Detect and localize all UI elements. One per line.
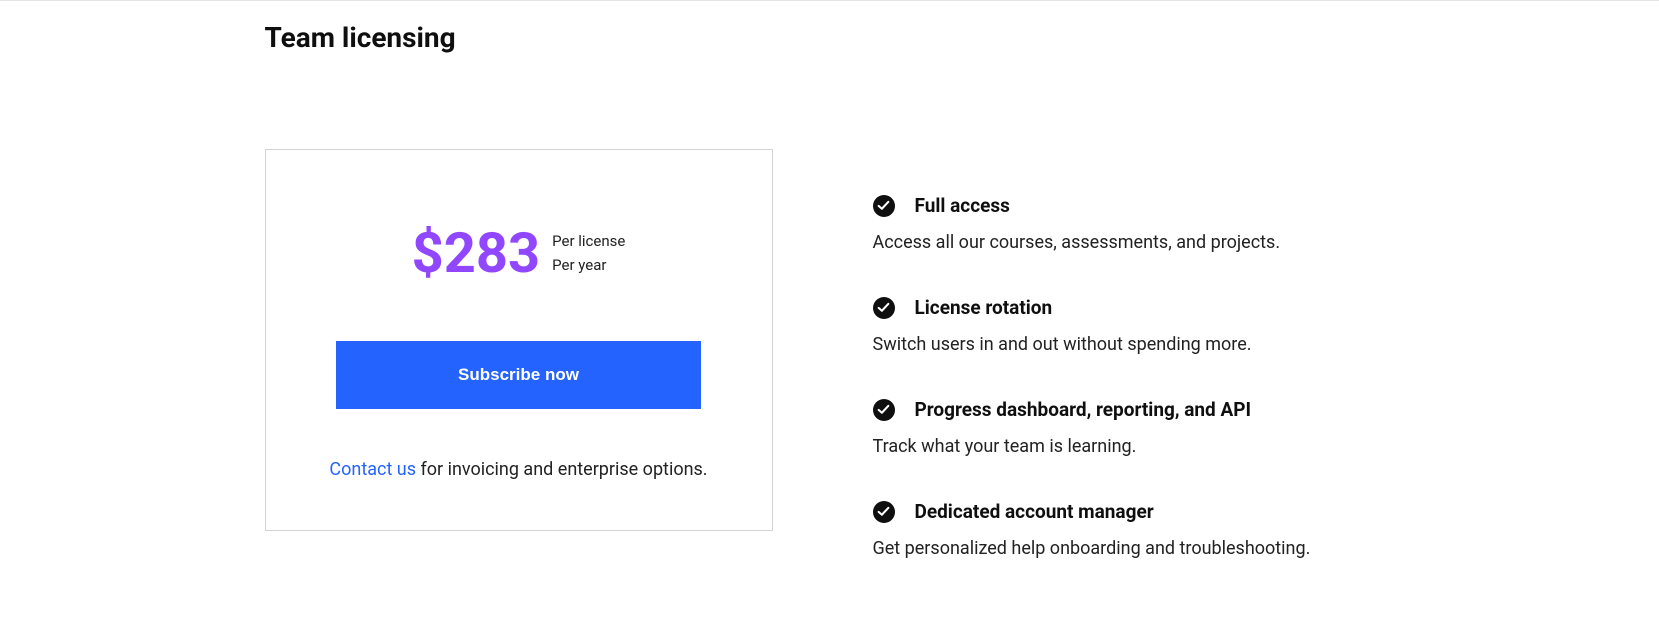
feature-item: Progress dashboard, reporting, and API T… <box>873 398 1395 460</box>
feature-title: Full access <box>915 194 1010 217</box>
per-year-label: Per year <box>552 253 606 277</box>
feature-title: License rotation <box>915 296 1053 319</box>
check-circle-icon <box>873 195 895 217</box>
check-circle-icon <box>873 297 895 319</box>
contact-row: Contact us for invoicing and enterprise … <box>306 459 732 480</box>
check-circle-icon <box>873 399 895 421</box>
contact-text: for invoicing and enterprise options. <box>416 459 708 480</box>
per-license-label: Per license <box>552 229 625 253</box>
feature-description: Access all our courses, assessments, and… <box>873 229 1395 256</box>
contact-us-link[interactable]: Contact us <box>329 459 416 480</box>
feature-description: Switch users in and out without spending… <box>873 331 1395 358</box>
feature-item: Dedicated account manager Get personaliz… <box>873 500 1395 562</box>
features-list: Full access Access all our courses, asse… <box>873 149 1395 602</box>
feature-title: Progress dashboard, reporting, and API <box>915 398 1252 421</box>
feature-description: Track what your team is learning. <box>873 433 1395 460</box>
feature-item: Full access Access all our courses, asse… <box>873 194 1395 256</box>
feature-description: Get personalized help onboarding and tro… <box>873 535 1395 562</box>
price-value: $283 <box>412 225 541 281</box>
check-circle-icon <box>873 501 895 523</box>
price-meta: Per license Per year <box>552 229 625 277</box>
feature-item: License rotation Switch users in and out… <box>873 296 1395 358</box>
page-title: Team licensing <box>265 21 1395 54</box>
feature-title: Dedicated account manager <box>915 500 1154 523</box>
subscribe-button[interactable]: Subscribe now <box>336 341 701 409</box>
pricing-card: $283 Per license Per year Subscribe now … <box>265 149 773 531</box>
price-row: $283 Per license Per year <box>306 225 732 281</box>
